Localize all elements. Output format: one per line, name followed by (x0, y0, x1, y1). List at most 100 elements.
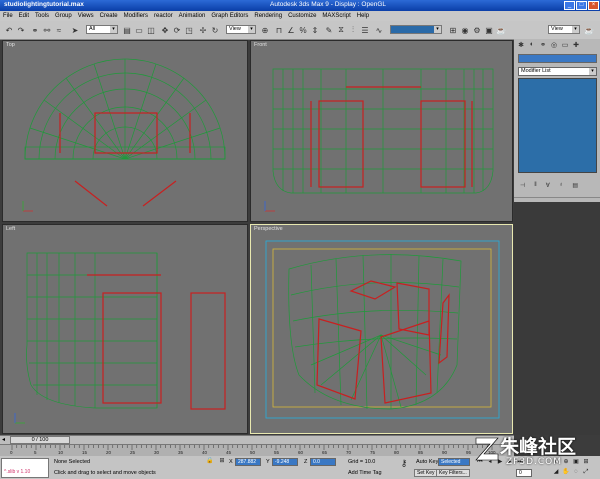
select-rotate-icon[interactable]: ↻ (210, 25, 220, 35)
viewport-top[interactable]: Top (2, 40, 248, 222)
named-selection-dropdown[interactable]: ▾ (390, 25, 442, 34)
modify-tab-icon[interactable]: ◐ (528, 41, 536, 49)
menu-tools[interactable]: Tools (32, 13, 52, 19)
key-icon[interactable]: ⚷ (400, 459, 408, 468)
scale-icon[interactable]: ◳ (184, 25, 194, 35)
front-wireframe (264, 68, 494, 212)
selection-status: None Selected (54, 459, 91, 465)
lock-selection-icon[interactable]: 🔒 (206, 457, 214, 465)
time-slider-handle[interactable]: 0 / 100 (10, 436, 70, 444)
maxscript-listener[interactable]: ^.slib v 1.10 (1, 458, 49, 478)
viewport-left[interactable]: Left (2, 224, 248, 434)
link-icon[interactable]: ⚭ (30, 25, 40, 35)
viewport-perspective[interactable]: Perspective (250, 224, 513, 434)
menu-maxscript[interactable]: MAXScript (319, 13, 353, 19)
watermark: 朱峰社区 ZF3D.COM (472, 432, 600, 472)
menu-reactor[interactable]: reactor (151, 13, 176, 19)
undo-icon[interactable]: ↶ (4, 25, 14, 35)
menu-file[interactable]: File (0, 13, 16, 19)
angle-snap-icon[interactable]: ∠ (286, 25, 296, 35)
menu-views[interactable]: Views (75, 13, 97, 19)
show-end-result-icon[interactable]: ‖ (534, 182, 536, 189)
x-label: X (229, 459, 233, 465)
perspective-wireframe (265, 240, 500, 419)
spinner-snap-icon[interactable]: ⇕ (310, 25, 320, 35)
add-time-tag-button[interactable]: Add Time Tag (348, 470, 382, 476)
selection-filter-dropdown[interactable]: All ▾ (86, 25, 118, 34)
select-by-name-icon[interactable]: ▤ (122, 25, 132, 35)
menu-group[interactable]: Group (52, 13, 75, 19)
y-coordinate-field[interactable]: -9.248 (272, 458, 298, 466)
menu-edit[interactable]: Edit (16, 13, 32, 19)
material-editor-icon[interactable]: ◉ (460, 25, 470, 35)
select-icon[interactable]: ➤ (70, 25, 80, 35)
create-tab-icon[interactable]: ✱ (517, 41, 525, 49)
file-title: studiolightingtutorial.max (4, 1, 84, 8)
key-filters-button[interactable]: Key Filters... (436, 469, 470, 477)
curve-editor-icon[interactable]: ∿ (374, 25, 384, 35)
bind-spacewarp-icon[interactable]: ≈ (54, 25, 64, 35)
render-frame-icon[interactable]: ▣ (484, 25, 494, 35)
menu-graph-editors[interactable]: Graph Editors (208, 13, 251, 19)
maximize-button[interactable]: □ (576, 1, 587, 10)
configure-sets-icon[interactable]: ▤ (572, 182, 578, 189)
display-tab-icon[interactable]: ▭ (561, 41, 569, 49)
ref-coord-dropdown[interactable]: View ▾ (226, 25, 256, 34)
menu-help[interactable]: Help (354, 13, 372, 19)
quick-render-icon[interactable]: ☕ (496, 25, 506, 35)
make-unique-icon[interactable]: ∀ (546, 182, 550, 189)
object-name-field[interactable] (518, 54, 597, 63)
align-icon[interactable]: ⫶ (348, 25, 358, 35)
layer-icon[interactable]: ☰ (360, 25, 370, 35)
menu-animation[interactable]: Animation (176, 13, 209, 19)
select-move-icon[interactable]: ✢ (198, 25, 208, 35)
watermark-site: ZF3D.COM (506, 457, 562, 467)
key-mode-dropdown[interactable]: Selected (438, 458, 470, 466)
menu-rendering[interactable]: Rendering (251, 13, 285, 19)
viewport-perspective-label[interactable]: Perspective (254, 226, 283, 232)
mirror-icon[interactable]: ⧖ (336, 25, 346, 35)
viewport-front[interactable]: Front (250, 40, 513, 222)
hierarchy-tab-icon[interactable]: ⚭ (539, 41, 547, 49)
render-view-dropdown[interactable]: View ▾ (548, 25, 580, 34)
move-icon[interactable]: ✥ (160, 25, 170, 35)
percent-snap-icon[interactable]: % (298, 25, 308, 35)
pivot-icon[interactable]: ⊕ (260, 25, 270, 35)
viewport-front-label[interactable]: Front (254, 42, 267, 48)
menu-create[interactable]: Create (97, 13, 121, 19)
set-key-button[interactable]: Set Key (414, 469, 438, 477)
render-setup-icon[interactable]: ⚙ (472, 25, 482, 35)
menu-customize[interactable]: Customize (285, 13, 319, 19)
redo-icon[interactable]: ↷ (16, 25, 26, 35)
auto-key-button[interactable]: Auto Key (416, 459, 438, 465)
remove-modifier-icon[interactable]: ♁ (559, 182, 564, 189)
schematic-icon[interactable]: ⊞ (448, 25, 458, 35)
absolute-mode-icon[interactable]: ⊞ (218, 457, 226, 465)
panel-divider (514, 197, 600, 198)
minimize-button[interactable]: _ (564, 1, 575, 10)
snap-icon[interactable]: ⊓ (274, 25, 284, 35)
z-coordinate-field[interactable]: 0.0 (310, 458, 336, 466)
x-coordinate-field[interactable]: 287.882 (235, 458, 261, 466)
watermark-name: 朱峰社区 (500, 436, 577, 458)
viewport-top-label[interactable]: Top (6, 42, 15, 48)
maxscript-label: ^.slib v 1.10 (4, 469, 31, 475)
viewport-left-label[interactable]: Left (6, 226, 15, 232)
window-crossing-icon[interactable]: ◫ (146, 25, 156, 35)
modifier-list-dropdown[interactable]: Modifier List ▾ (518, 67, 597, 76)
unlink-icon[interactable]: ⚯ (42, 25, 52, 35)
utilities-tab-icon[interactable]: ✚ (572, 41, 580, 49)
named-sel-icon[interactable]: ✎ (324, 25, 334, 35)
rotate-icon[interactable]: ⟳ (172, 25, 182, 35)
menu-modifiers[interactable]: Modifiers (121, 13, 151, 19)
prev-frame-icon[interactable]: ◂ (2, 436, 5, 443)
motion-tab-icon[interactable]: ◎ (550, 41, 558, 49)
close-button[interactable]: × (588, 1, 599, 10)
render-icon[interactable]: ☕ (584, 25, 594, 35)
pin-stack-icon[interactable]: ⊣ (520, 182, 525, 189)
menu-bar: File Edit Tools Group Views Create Modif… (0, 11, 600, 21)
grid-status: Grid = 10.0 (348, 459, 376, 465)
modifier-stack[interactable] (518, 78, 597, 173)
rect-selection-icon[interactable]: ▭ (134, 25, 144, 35)
z-label: Z (304, 459, 308, 465)
